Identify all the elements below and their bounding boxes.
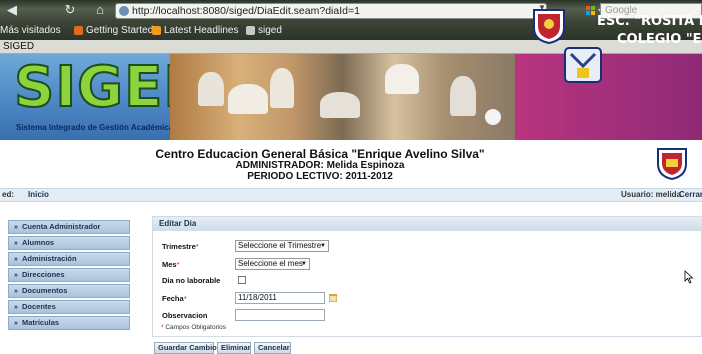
no-laborable-label: Dia no laborable [162,276,221,285]
child-figure [450,76,476,116]
mes-select[interactable]: Seleccione el mes ▼ [235,258,310,270]
cancel-button[interactable]: Cancelar [254,342,291,354]
double-chevron-icon: » [14,240,18,247]
required-marker: * [161,324,164,331]
bookmark-latest-headlines[interactable]: Latest Headlines [152,22,239,40]
field-label-text: Fecha [162,294,184,303]
double-chevron-icon: » [14,256,18,263]
child-figure [270,68,294,108]
sidebar-item-alumnos[interactable]: » Alumnos [8,236,130,250]
bookmark-most-visited[interactable]: Más visitados [0,22,61,40]
logo-area: SIGED Sistema Integrado de Gestión Acadé… [0,54,211,140]
trimestre-label: Trimestre* [162,242,199,251]
school-name-2: COLEGIO "EL CH [617,32,702,47]
input-value: 11/18/2011 [238,293,277,302]
sidebar-item-direcciones[interactable]: » Direcciones [8,268,130,282]
back-icon[interactable]: ◀ [4,2,20,18]
trimestre-select[interactable]: Seleccione el Trimestre ▼ [235,240,329,252]
school-banner [515,54,702,140]
double-chevron-icon: » [14,304,18,311]
edit-day-panel: Editar Dia Trimestre* Seleccione el Trim… [152,216,702,337]
school-crest-icon [533,9,565,44]
sidebar-item-administracion[interactable]: » Administración [8,252,130,266]
child-figure [320,92,360,118]
field-label-text: Trimestre [162,242,196,251]
delete-button[interactable]: Eliminar [217,342,251,354]
save-changes-button[interactable]: Guardar Cambios [154,342,221,354]
fecha-label: Fecha* [162,294,187,303]
institution-title: Centro Educacion General Básica "Enrique… [155,147,485,161]
child-figure [198,72,224,106]
header-crest-icon [657,148,687,180]
sidebar-item-label: Cuenta Administrador [22,222,101,231]
tab-siged[interactable]: SIGED [3,40,34,54]
user-label: Usuario: melida [621,190,682,199]
double-chevron-icon: » [14,272,18,279]
school-period-line: PERIODO LECTIVO: 2011-2012 [247,171,393,182]
college-crest-icon [564,47,602,83]
ball [485,109,501,125]
page-icon [246,25,255,35]
site-identity-icon[interactable] [119,6,129,16]
sidebar-item-label: Direcciones [22,270,65,279]
double-chevron-icon: » [14,320,18,327]
home-icon[interactable]: ⌂ [92,2,108,18]
double-chevron-icon: » [14,224,18,231]
bookmark-label: Latest Headlines [164,25,239,36]
observacion-input[interactable] [235,309,325,321]
sidebar-item-label: Administración [22,254,77,263]
sidebar-item-cuenta-administrador[interactable]: » Cuenta Administrador [8,220,130,234]
logout-link[interactable]: Cerrar [679,189,702,201]
sidebar-item-matriculas[interactable]: » Matrículas [8,316,130,330]
field-label-text: Mes [162,260,177,269]
reload-icon[interactable]: ↻ [62,2,78,18]
bookmark-siged[interactable]: siged [246,22,282,40]
mes-label: Mes* [162,260,180,269]
required-marker: * [183,294,187,303]
address-bar[interactable]: http://localhost:8080/siged/DiaEdit.seam… [115,3,547,19]
firefox-icon [74,25,83,35]
bookmark-label: siged [258,25,282,36]
administrator-line: ADMINISTRADOR: Melida Espinoza [235,160,405,171]
sidebar-item-label: Matrículas [22,318,60,327]
no-laborable-checkbox[interactable] [238,276,246,284]
chevron-down-icon: ▼ [301,261,307,267]
fecha-input[interactable]: 11/18/2011 [235,292,325,304]
rss-icon [152,25,161,35]
required-marker: * [176,260,180,269]
required-note-text: Campos Obligatorios [165,324,227,331]
sidebar-item-documentos[interactable]: » Documentos [8,284,130,298]
logo-subtitle: Sistema Integrado de Gestión Académica [16,123,174,132]
chevron-down-icon: ▼ [320,243,326,249]
banner-photo [170,54,515,140]
page-header: Centro Educacion General Básica "Enrique… [0,140,702,190]
observacion-label: Observacion [162,311,208,320]
double-chevron-icon: » [14,288,18,295]
sidebar-item-label: Documentos [22,286,68,295]
bookmark-label: Getting Started [86,25,154,36]
address-bar-url: http://localhost:8080/siged/DiaEdit.seam… [132,5,360,17]
breadcrumb-home-link[interactable]: Inicio [28,189,49,201]
panel-title: Editar Dia [153,217,702,231]
select-value: Seleccione el mes [238,259,303,268]
sidebar-item-label: Docentes [22,302,56,311]
child-figure [385,64,419,94]
select-value: Seleccione el Trimestre [238,241,322,250]
required-marker: * [195,242,199,251]
breadcrumb: ed: Inicio Usuario: melida Cerrar [0,188,702,202]
bookmark-label: Más visitados [0,25,61,36]
sidebar-item-docentes[interactable]: » Docentes [8,300,130,314]
mouse-cursor-icon [684,270,694,284]
calendar-icon[interactable] [329,294,337,302]
school-name-1: ESC. "ROSITA PARE [597,14,702,29]
sidebar-menu: » Cuenta Administrador » Alumnos » Administ… [8,220,130,332]
bookmark-getting-started[interactable]: Getting Started [74,22,153,40]
sidebar-item-label: Alumnos [22,238,55,247]
child-figure [228,84,268,114]
breadcrumb-prefix: ed: [2,190,14,199]
required-fields-note: * Campos Obligatorios [161,324,226,331]
